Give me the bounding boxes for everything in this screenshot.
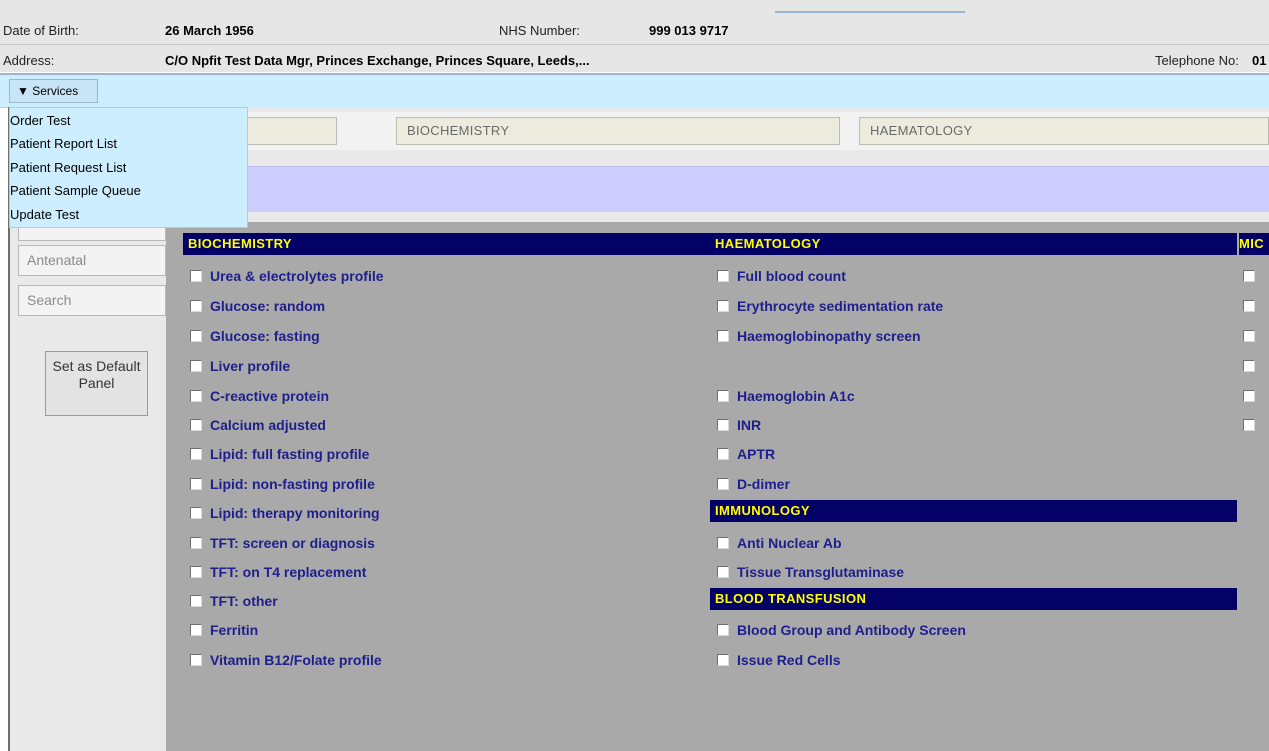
address-label: Address:: [3, 53, 55, 68]
menu-item-patient-sample-queue[interactable]: Patient Sample Queue: [10, 181, 141, 201]
checkbox-icon[interactable]: [717, 624, 729, 636]
checkbox-icon[interactable]: [717, 419, 729, 431]
haematology-header: HAEMATOLOGY: [710, 233, 1237, 255]
test-checkbox-issue-red-cells[interactable]: Issue Red Cells: [717, 649, 841, 671]
panel-header-bar: [165, 166, 1269, 212]
menu-item-patient-report-list[interactable]: Patient Report List: [10, 134, 117, 154]
test-checkbox-tissue-transglutaminase[interactable]: Tissue Transglutaminase: [717, 561, 904, 583]
sidebar-button-antenatal[interactable]: Antenatal: [18, 245, 166, 276]
test-grid: BIOCHEMISTRY Urea & electrolytes profile…: [166, 222, 1269, 751]
nhs-number-label: NHS Number:: [499, 23, 580, 38]
sidebar-button-search[interactable]: Search: [18, 285, 166, 316]
checkbox-icon[interactable]: [190, 537, 202, 549]
patient-row-address: Address: C/O Npfit Test Data Mgr, Prince…: [0, 45, 1269, 75]
test-checkbox-aptr[interactable]: APTR: [717, 443, 775, 465]
checkbox-icon[interactable]: [717, 478, 729, 490]
test-checkbox-liver-profile[interactable]: Liver profile: [190, 355, 290, 377]
checkbox-icon[interactable]: [190, 595, 202, 607]
checkbox-icon[interactable]: [190, 419, 202, 431]
test-checkbox-blood-group[interactable]: Blood Group and Antibody Screen: [717, 619, 966, 641]
set-default-panel-button[interactable]: Set as Default Panel: [45, 351, 148, 416]
test-checkbox-lipid-full-fasting[interactable]: Lipid: full fasting profile: [190, 443, 369, 465]
checkbox-icon[interactable]: [190, 360, 202, 372]
microbiology-header: MIC: [1239, 233, 1269, 255]
nhs-number-value: 999 013 9717: [649, 23, 729, 38]
checkbox-icon[interactable]: [717, 300, 729, 312]
checkbox-icon[interactable]: [1243, 270, 1255, 282]
checkbox-icon[interactable]: [1243, 300, 1255, 312]
test-checkbox-haemoglobin-a1c[interactable]: Haemoglobin A1c: [717, 385, 855, 407]
test-checkbox-glucose-fasting[interactable]: Glucose: fasting: [190, 325, 320, 347]
checkbox-icon[interactable]: [1243, 360, 1255, 372]
test-checkbox-ferritin[interactable]: Ferritin: [190, 619, 258, 641]
dob-label: Date of Birth:: [3, 23, 79, 38]
checkbox-icon[interactable]: [190, 624, 202, 636]
checkbox-icon[interactable]: [190, 270, 202, 282]
menu-item-order-test[interactable]: Order Test: [10, 111, 70, 131]
checkbox-icon[interactable]: [1243, 330, 1255, 342]
checkbox-icon[interactable]: [717, 390, 729, 402]
checkbox-icon[interactable]: [1243, 419, 1255, 431]
test-checkbox-c-reactive-protein[interactable]: C-reactive protein: [190, 385, 329, 407]
test-checkbox-urea-electrolytes[interactable]: Urea & electrolytes profile: [190, 265, 384, 287]
test-checkbox-vitamin-b12[interactable]: Vitamin B12/Folate profile: [190, 649, 382, 671]
checkbox-icon[interactable]: [717, 448, 729, 460]
discipline-tabs: BIOCHEMISTRY HAEMATOLOGY: [165, 112, 1269, 150]
tab-haematology[interactable]: HAEMATOLOGY: [859, 117, 1269, 145]
test-checkbox-haemoglobinopathy[interactable]: Haemoglobinopathy screen: [717, 325, 921, 347]
checkbox-icon[interactable]: [190, 300, 202, 312]
services-menu-button[interactable]: ▼ Services: [9, 79, 98, 103]
test-checkbox-calcium-adjusted[interactable]: Calcium adjusted: [190, 414, 326, 436]
telephone-value: 01: [1252, 53, 1267, 68]
top-divider: [775, 11, 965, 13]
checkbox-icon[interactable]: [1243, 390, 1255, 402]
blood-transfusion-header: BLOOD TRANSFUSION: [710, 588, 1237, 610]
test-checkbox-full-blood-count[interactable]: Full blood count: [717, 265, 846, 287]
test-checkbox-d-dimer[interactable]: D-dimer: [717, 473, 790, 495]
menu-item-update-test[interactable]: Update Test: [10, 205, 79, 225]
services-dropdown-menu: Order Test Patient Report List Patient R…: [9, 107, 248, 228]
test-checkbox-glucose-random[interactable]: Glucose: random: [190, 295, 325, 317]
test-checkbox-inr[interactable]: INR: [717, 414, 761, 436]
menu-item-patient-request-list[interactable]: Patient Request List: [10, 158, 126, 178]
telephone-label: Telephone No:: [1155, 53, 1239, 68]
immunology-header: IMMUNOLOGY: [710, 500, 1237, 522]
checkbox-icon[interactable]: [717, 654, 729, 666]
checkbox-icon[interactable]: [717, 566, 729, 578]
test-checkbox-lipid-non-fasting[interactable]: Lipid: non-fasting profile: [190, 473, 375, 495]
checkbox-icon[interactable]: [190, 507, 202, 519]
checkbox-icon[interactable]: [717, 537, 729, 549]
biochemistry-header: BIOCHEMISTRY: [183, 233, 713, 255]
tab-biochemistry[interactable]: BIOCHEMISTRY: [396, 117, 840, 145]
test-checkbox-tft-t4[interactable]: TFT: on T4 replacement: [190, 561, 366, 583]
test-checkbox-lipid-therapy[interactable]: Lipid: therapy monitoring: [190, 502, 380, 524]
address-value: C/O Npfit Test Data Mgr, Princes Exchang…: [165, 53, 590, 68]
checkbox-icon[interactable]: [717, 270, 729, 282]
checkbox-icon[interactable]: [190, 566, 202, 578]
patient-row-dob: Date of Birth: 26 March 1956 NHS Number:…: [0, 15, 1269, 45]
services-bar: ▼ Services: [0, 75, 1269, 108]
test-checkbox-tft-screen[interactable]: TFT: screen or diagnosis: [190, 532, 375, 554]
patient-banner: Date of Birth: 26 March 1956 NHS Number:…: [0, 0, 1269, 72]
test-checkbox-anti-nuclear-ab[interactable]: Anti Nuclear Ab: [717, 532, 842, 554]
checkbox-icon[interactable]: [190, 330, 202, 342]
test-checkbox-esr[interactable]: Erythrocyte sedimentation rate: [717, 295, 943, 317]
checkbox-icon[interactable]: [190, 478, 202, 490]
checkbox-icon[interactable]: [190, 448, 202, 460]
checkbox-icon[interactable]: [190, 390, 202, 402]
checkbox-icon[interactable]: [717, 330, 729, 342]
dob-value: 26 March 1956: [165, 23, 254, 38]
test-checkbox-tft-other[interactable]: TFT: other: [190, 590, 278, 612]
checkbox-icon[interactable]: [190, 654, 202, 666]
